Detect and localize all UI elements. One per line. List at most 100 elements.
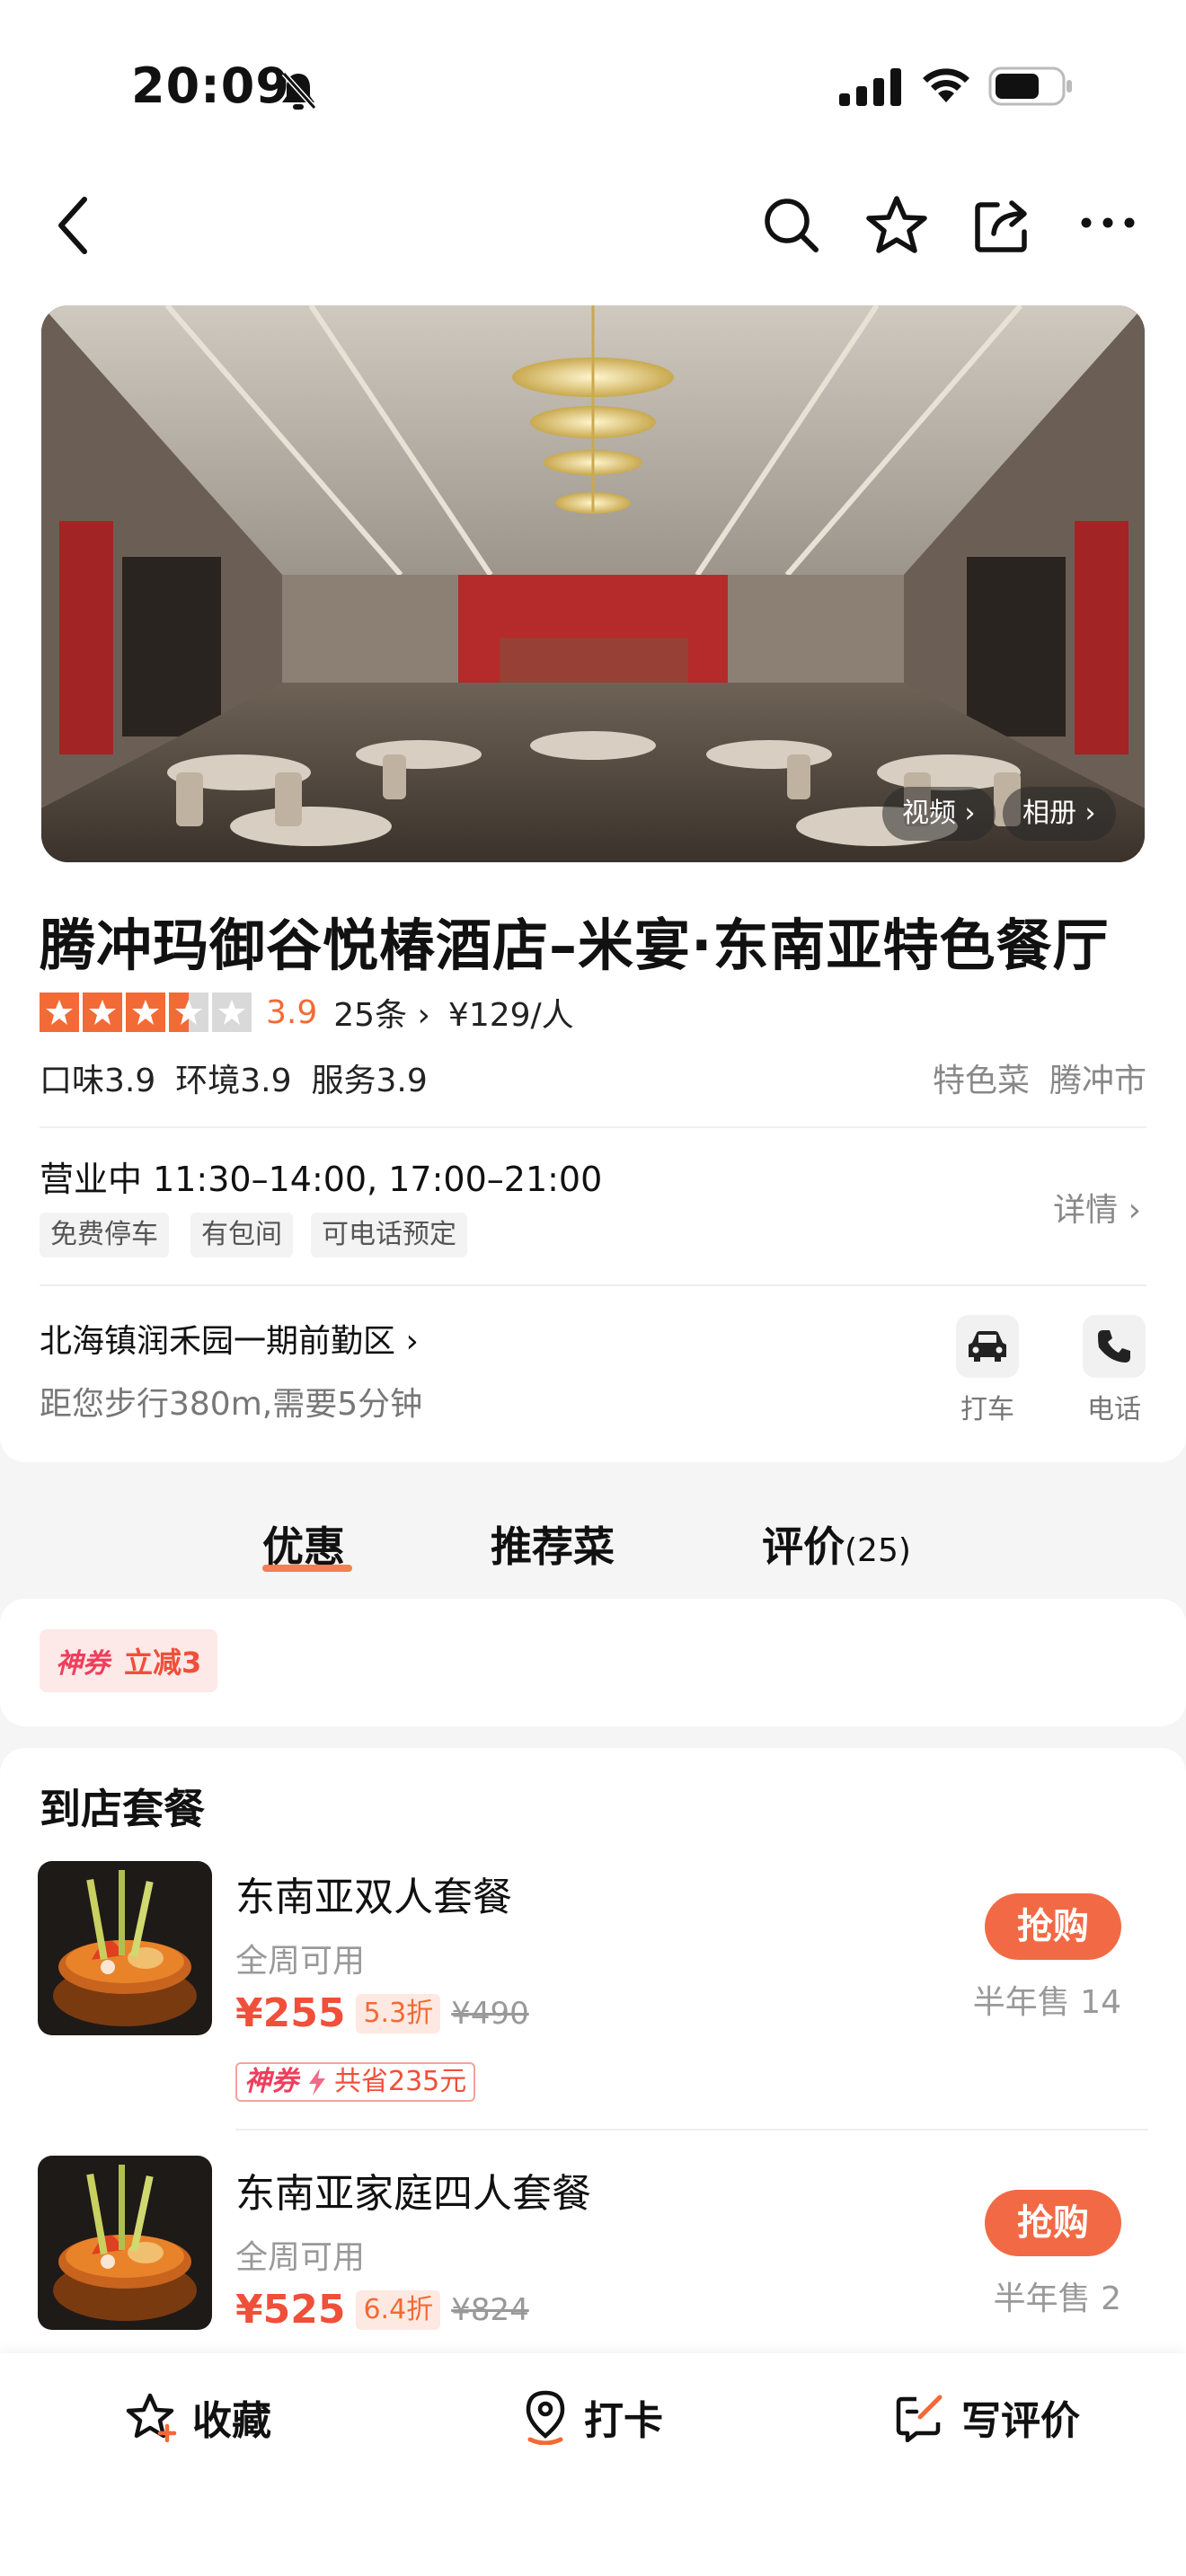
phone-label: 电话 xyxy=(1087,1394,1141,1425)
tab-reviews-count: (25) xyxy=(845,1532,911,1569)
address-link[interactable]: 北海镇润禾园一期前勤区 › xyxy=(40,1315,419,1362)
rating-star-half-icon xyxy=(169,992,208,1032)
taxi-button[interactable] xyxy=(956,1315,1019,1378)
address-text: 北海镇润禾园一期前勤区 xyxy=(40,1323,396,1360)
package-availability: 全周可用 xyxy=(235,1943,366,1980)
hotpot-image xyxy=(38,1861,212,2035)
star-add-icon xyxy=(126,2393,177,2442)
facility-tag: 有包间 xyxy=(190,1213,293,1257)
buy-button[interactable]: 抢购 xyxy=(985,2190,1121,2256)
more-icon[interactable] xyxy=(1080,216,1136,230)
packages-section: 到店套餐 东南亚双人套餐 全周可用 ¥255 5.3折 ¥490 神券 共省23… xyxy=(0,1748,1186,2430)
restaurant-name: 腾冲玛御谷悦椿酒店–米宴·东南亚特色餐厅 xyxy=(40,913,1110,978)
details-link[interactable]: 详情 › xyxy=(1053,1184,1141,1231)
tab-reviews-label: 评价 xyxy=(762,1522,845,1571)
rating-star-empty-icon xyxy=(212,992,252,1032)
package-price-row: ¥525 6.4折 ¥824 xyxy=(235,2287,529,2333)
video-label: 视频 xyxy=(902,798,956,829)
coupon-amount: 立减3 xyxy=(124,1645,202,1680)
location-pin-icon xyxy=(526,2390,565,2445)
coupon-brand: 神券 xyxy=(56,1648,110,1680)
facility-tag: 免费停车 xyxy=(40,1213,169,1257)
coupon-badge[interactable]: 神券 立减3 xyxy=(40,1629,218,1692)
checkin-button[interactable]: 打卡 xyxy=(521,2386,663,2448)
checkin-label: 打卡 xyxy=(584,2398,663,2444)
buy-button[interactable]: 抢购 xyxy=(985,1893,1121,1960)
details-label: 详情 xyxy=(1053,1192,1119,1229)
favorite-button[interactable]: 收藏 xyxy=(126,2386,271,2448)
category-tag[interactable]: 特色菜 xyxy=(933,1063,1030,1099)
lightning-icon xyxy=(309,2069,325,2095)
price-per-person: ¥129/人 xyxy=(447,997,574,1034)
bell-muted-icon xyxy=(281,71,317,110)
taste-score: 口味3.9 xyxy=(40,1063,156,1099)
album-button[interactable]: 相册 › xyxy=(1003,787,1116,841)
business-hours: 营业中 11:30–14:00, 17:00–21:00 xyxy=(40,1160,603,1199)
share-icon[interactable] xyxy=(972,194,1033,255)
savings-brand: 神券 xyxy=(244,2066,298,2097)
walking-distance: 距您步行380m,需要5分钟 xyxy=(40,1386,423,1423)
package-price: ¥255 xyxy=(235,1990,346,2036)
divider xyxy=(40,1284,1146,1286)
video-button[interactable]: 视频 › xyxy=(882,787,996,841)
service-score: 服务3.9 xyxy=(311,1063,428,1099)
cellular-signal-icon xyxy=(839,68,901,106)
review-count: 25条 xyxy=(333,997,408,1034)
back-icon[interactable] xyxy=(52,194,97,257)
rating-score: 3.9 xyxy=(266,993,318,1031)
search-icon[interactable] xyxy=(762,196,821,255)
package-price-row: ¥255 5.3折 ¥490 xyxy=(235,1990,529,2036)
tab-recommended-dishes[interactable]: 推荐菜 xyxy=(491,1514,615,1574)
facility-tag: 可电话预定 xyxy=(311,1213,467,1257)
status-bar: 20:09 xyxy=(0,0,1186,171)
edit-review-icon xyxy=(896,2395,943,2442)
package-availability: 全周可用 xyxy=(235,2239,366,2276)
content-tabs: 优惠 推荐菜 评价(25) xyxy=(0,1509,1186,1581)
rating-row: 3.9 25条 › ¥129/人 xyxy=(40,990,574,1035)
phone-icon xyxy=(1098,1330,1130,1363)
rating-star-icon xyxy=(83,992,122,1032)
savings-text: 共省235元 xyxy=(334,2066,467,2097)
category-tags: 特色菜 腾冲市 xyxy=(913,1054,1146,1101)
package-discount: 5.3折 xyxy=(356,1993,441,2033)
package-savings-badge: 神券 共省235元 xyxy=(235,2062,476,2102)
nav-bar xyxy=(0,180,1186,269)
hotpot-image xyxy=(38,2156,212,2330)
car-icon xyxy=(969,1331,1006,1362)
write-review-button[interactable]: 写评价 xyxy=(895,2386,1080,2448)
star-favorite-icon[interactable] xyxy=(864,194,929,257)
environment-score: 环境3.9 xyxy=(175,1063,292,1099)
bottom-action-bar: 收藏 打卡 写评价 xyxy=(0,2353,1186,2576)
review-count-link[interactable]: 25条 › xyxy=(333,989,430,1036)
divider xyxy=(235,2129,1148,2130)
divider xyxy=(40,1126,1146,1128)
package-name[interactable]: 东南亚双人套餐 xyxy=(235,1865,512,1922)
rating-star-icon xyxy=(126,992,165,1032)
rating-star-icon xyxy=(40,992,79,1032)
tab-reviews[interactable]: 评价(25) xyxy=(762,1514,911,1574)
package-discount: 6.4折 xyxy=(356,2289,441,2330)
package-name[interactable]: 东南亚家庭四人套餐 xyxy=(235,2161,591,2219)
package-sold-count: 半年售 14 xyxy=(972,1984,1121,2021)
city-tag[interactable]: 腾冲市 xyxy=(1049,1063,1146,1099)
package-sold-count: 半年售 2 xyxy=(993,2280,1121,2317)
album-label: 相册 xyxy=(1022,798,1076,829)
package-thumbnail[interactable] xyxy=(38,1861,212,2035)
package-original-price: ¥490 xyxy=(451,1995,529,2032)
package-price: ¥525 xyxy=(235,2287,346,2333)
favorite-label: 收藏 xyxy=(192,2398,271,2444)
package-thumbnail[interactable] xyxy=(38,2156,212,2330)
package-original-price: ¥824 xyxy=(451,2291,529,2328)
write-review-label: 写评价 xyxy=(961,2398,1080,2444)
restaurant-photo[interactable]: 视频 › 相册 › xyxy=(41,305,1145,862)
sub-scores: 口味3.9 环境3.9 服务3.9 xyxy=(40,1054,447,1101)
restaurant-header-card: 20:09 视频 › 相册 › 腾冲玛御谷悦椿酒店–米宴·东南亚特色餐厅 3.9… xyxy=(0,0,1186,1462)
wifi-icon xyxy=(923,68,969,102)
taxi-label: 打车 xyxy=(960,1394,1014,1425)
status-time: 20:09 xyxy=(131,57,290,114)
section-title: 到店套餐 xyxy=(40,1785,205,1833)
battery-icon xyxy=(988,66,1072,106)
restaurant-interior-image xyxy=(41,305,1145,862)
coupon-card: 神券 立减3 xyxy=(0,1599,1186,1726)
phone-button[interactable] xyxy=(1083,1315,1146,1378)
